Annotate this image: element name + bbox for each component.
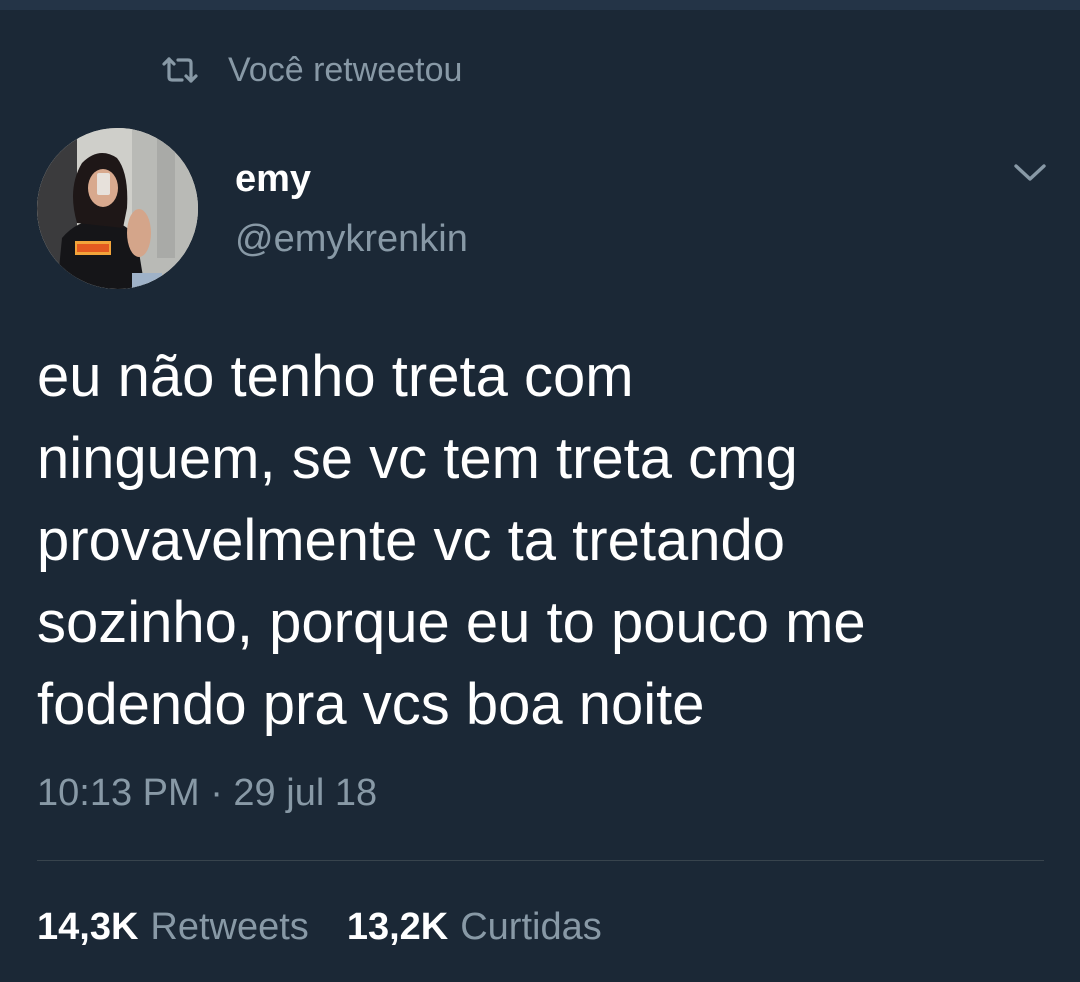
chevron-down-icon (1014, 164, 1046, 181)
retweets-label: Retweets (150, 906, 309, 948)
divider (37, 860, 1044, 861)
display-name[interactable]: emy (235, 158, 311, 201)
tweet-menu-button[interactable] (1008, 150, 1052, 194)
retweet-icon (160, 55, 200, 85)
top-bar-strip (0, 0, 1080, 10)
likes-stat[interactable]: 13,2K Curtidas (347, 906, 602, 949)
tweet-text: eu não tenho treta com ninguem, se vc te… (37, 344, 866, 737)
retweets-count: 14,3K (37, 906, 139, 948)
likes-count: 13,2K (346, 906, 449, 948)
retweet-context-text: Você retweetou (228, 50, 463, 89)
tweet-stats: 14,3K Retweets 13,2K Curtidas (37, 906, 640, 949)
likes-label: Curtidas (460, 906, 602, 948)
tweet-timestamp[interactable]: 10:13 PM · 29 jul 18 (37, 772, 377, 815)
avatar-photo (37, 128, 198, 289)
retweets-stat[interactable]: 14,3K Retweets (37, 906, 309, 949)
avatar[interactable] (37, 128, 198, 289)
user-handle[interactable]: @emykrenkin (235, 218, 468, 261)
retweet-context: Você retweetou (160, 48, 462, 92)
